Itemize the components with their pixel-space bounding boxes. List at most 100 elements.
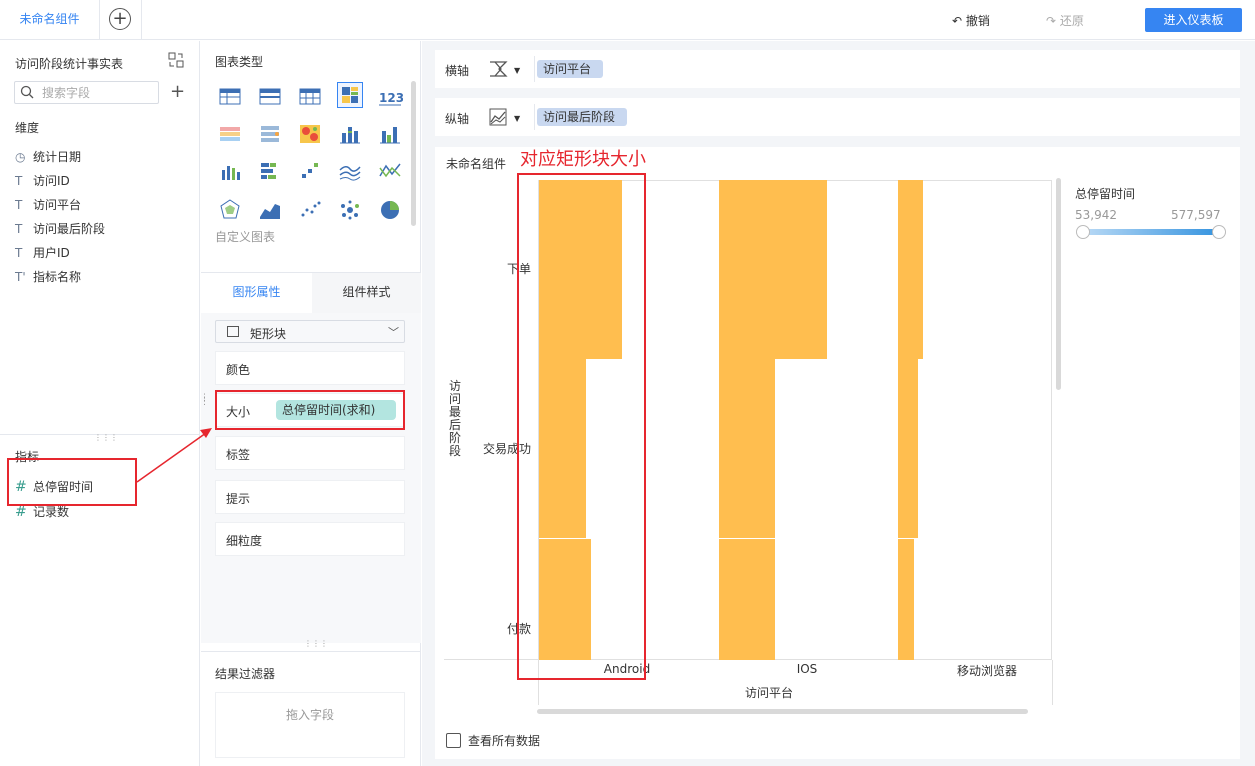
chart-type-scrollbar[interactable] (411, 81, 416, 226)
legend-max: 577,597 (1171, 208, 1221, 222)
rect-block[interactable] (719, 359, 775, 538)
y-axis-label: 纵轴 (445, 112, 470, 126)
radar-chart-icon[interactable] (217, 197, 243, 223)
text-icon: T (15, 246, 23, 260)
text-icon: T (15, 174, 23, 188)
scatter-chart-icon[interactable] (297, 197, 323, 223)
shape-select[interactable]: 矩形块 ﹀ (215, 320, 405, 343)
tab-component-style[interactable]: 组件样式 (312, 273, 421, 313)
annotation-text: 对应矩形块大小 (520, 149, 646, 170)
tab-component[interactable]: 未命名组件 (0, 0, 100, 40)
rect-block[interactable] (898, 359, 918, 538)
axis-type-icon[interactable] (487, 106, 509, 128)
kpi-number-icon[interactable]: 123 (377, 83, 403, 109)
bar-chart-icon[interactable] (217, 158, 243, 184)
horizontal-scrollbar[interactable] (537, 709, 1028, 714)
rect-block[interactable] (898, 539, 914, 660)
rect-block[interactable] (898, 180, 923, 359)
divider (534, 56, 535, 82)
stacked-bar-icon[interactable] (337, 121, 363, 147)
chart-type-title: 图表类型 (215, 55, 264, 69)
x-axis-row: 横轴 ▼ 访问平台 (435, 50, 1240, 88)
redo-button[interactable]: ↷ 还原 (1046, 12, 1084, 29)
label-label: 标签 (226, 448, 251, 462)
text-icon: T (15, 198, 23, 212)
rect-block-chart-icon[interactable] (337, 82, 363, 108)
vertical-scrollbar[interactable] (1056, 178, 1061, 390)
area-chart-icon[interactable] (257, 197, 283, 223)
grouped-table-icon[interactable] (257, 83, 283, 109)
grouped-bar-icon[interactable] (377, 121, 403, 147)
panel-resize-grip-icon[interactable]: ⋮⋮ (200, 394, 209, 407)
dataset-title: 访问阶段统计事实表 (15, 57, 124, 71)
resize-grip-icon[interactable]: ⋮⋮⋮ (304, 639, 328, 648)
legend-max-handle[interactable] (1212, 225, 1226, 239)
legend-min: 53,942 (1075, 208, 1117, 222)
dimension-field-label: 访问平台 (33, 198, 82, 212)
tooltip-property[interactable]: 提示 (215, 480, 405, 514)
dimension-field[interactable]: ◷ 统计日期 (15, 147, 81, 167)
dimension-field[interactable]: T 访问平台 (15, 195, 81, 215)
flow-table-icon[interactable] (257, 121, 283, 147)
divider (534, 104, 535, 130)
dimension-field[interactable]: T 用户ID (15, 243, 70, 263)
dimension-field-label: 访问ID (33, 174, 70, 188)
search-field[interactable] (14, 81, 159, 104)
x-axis-frame (1052, 660, 1053, 705)
axis-type-icon[interactable] (487, 58, 509, 80)
dimension-field[interactable]: T 访问最后阶段 (15, 219, 105, 239)
redo-icon: ↷ (1046, 14, 1060, 28)
legend-gradient-bar[interactable] (1084, 229, 1214, 235)
bubble-chart-icon[interactable] (337, 197, 363, 223)
filter-drop-zone[interactable]: 拖入字段 (215, 692, 405, 758)
y-axis-row: 纵轴 ▼ 访问最后阶段 (435, 98, 1240, 136)
x-axis-title: 访问平台 (745, 686, 794, 700)
area-line-icon[interactable] (337, 158, 363, 184)
line-chart-icon[interactable] (377, 158, 403, 184)
legend-min-handle[interactable] (1076, 225, 1090, 239)
undo-button[interactable]: ↶ 撤销 (952, 12, 990, 29)
shape-value: 矩形块 (250, 327, 287, 341)
field-panel: 访问阶段统计事实表 + 维度 ◷ 统计日期 T 访问ID T 访问平台 T 访问最后阶段 T 用户… (0, 41, 200, 766)
tab-shape-property[interactable]: 图形属性 (201, 273, 312, 313)
clock-icon: ◷ (15, 150, 26, 164)
dimension-field[interactable]: T 访问ID (15, 171, 70, 191)
dimension-field-label: 统计日期 (33, 150, 82, 164)
color-property[interactable]: 颜色 (215, 351, 405, 385)
heatmap-icon[interactable] (297, 121, 323, 147)
view-all-checkbox[interactable] (446, 733, 461, 748)
top-bar: 未命名组件 + ↶ 撤销 ↷ 还原 进入仪表板 (0, 0, 1255, 40)
dimension-field[interactable]: T' 指标名称 (15, 267, 81, 287)
dimension-field-label: 访问最后阶段 (33, 222, 106, 236)
horizontal-bar-icon[interactable] (257, 158, 283, 184)
caret-down-icon[interactable]: ▼ (514, 114, 520, 123)
color-label: 颜色 (226, 363, 251, 377)
x-axis-field-pill[interactable]: 访问平台 (537, 60, 604, 78)
table-chart-icon[interactable] (217, 83, 243, 109)
y-axis-field-pill[interactable]: 访问最后阶段 (537, 108, 628, 126)
search-input[interactable] (42, 84, 154, 101)
text-icon: T (15, 222, 23, 236)
custom-chart-link[interactable]: 自定义图表 (215, 228, 275, 245)
chevron-down-icon: ﹀ (388, 326, 399, 339)
rect-block[interactable] (719, 539, 775, 660)
add-tab-button[interactable]: + (109, 8, 131, 30)
add-field-button[interactable]: + (170, 83, 185, 101)
dimension-field-label: 指标名称 (33, 270, 82, 284)
scatter-bar-icon[interactable] (297, 158, 323, 184)
dimension-field-label: 用户ID (33, 246, 70, 260)
text-icon: T' (15, 270, 26, 284)
cross-table-icon[interactable] (297, 83, 323, 109)
label-property[interactable]: 标签 (215, 436, 405, 470)
granularity-property[interactable]: 细粒度 (215, 522, 405, 556)
view-all-label: 查看所有数据 (468, 734, 541, 748)
enter-dashboard-button[interactable]: 进入仪表板 (1145, 8, 1242, 32)
rect-block[interactable] (719, 180, 827, 359)
colored-table-icon[interactable] (217, 121, 243, 147)
divider (201, 651, 421, 652)
y-axis-title: 访问最后阶段 (449, 379, 462, 458)
caret-down-icon[interactable]: ▼ (514, 66, 520, 75)
pie-chart-icon[interactable] (377, 197, 403, 223)
resize-grip-icon[interactable]: ⋮⋮⋮ (94, 433, 118, 442)
switch-dataset-icon[interactable] (168, 52, 184, 68)
